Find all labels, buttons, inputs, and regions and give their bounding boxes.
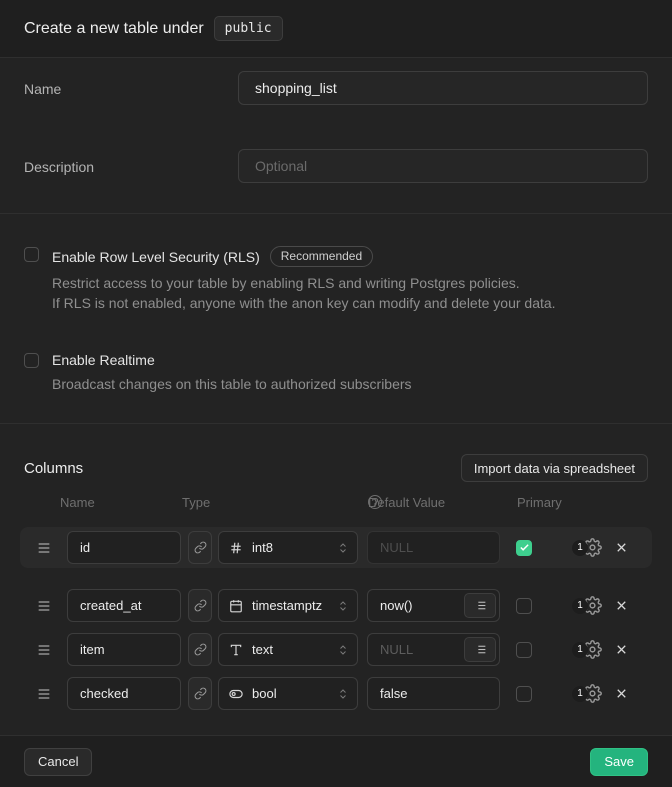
name-field-row: Name [24, 71, 648, 105]
primary-key-checkbox[interactable] [516, 642, 532, 658]
chevrons-up-down-icon [337, 644, 349, 656]
description-label: Description [24, 149, 238, 175]
settings-count-badge: 1 [572, 540, 588, 556]
primary-key-checkbox[interactable] [516, 540, 532, 556]
description-field-row: Description [24, 149, 648, 183]
column-settings: 1 [572, 684, 602, 703]
columns-rows: int8 1 [0, 513, 672, 710]
toggle-icon [229, 687, 243, 701]
column-name-input[interactable] [67, 677, 181, 710]
column-type-select[interactable]: text [218, 633, 358, 666]
table-name-input[interactable] [238, 71, 648, 105]
default-value-cell [367, 531, 500, 564]
rls-label: Enable Row Level Security (RLS) [52, 249, 260, 265]
suggestions-list-icon[interactable] [464, 637, 496, 662]
column-settings: 1 [572, 640, 602, 659]
realtime-description: Broadcast changes on this table to autho… [52, 374, 412, 394]
default-value-input[interactable] [367, 677, 500, 710]
realtime-label: Enable Realtime [52, 352, 155, 368]
column-row-id: int8 1 [20, 527, 652, 568]
chevrons-up-down-icon [337, 600, 349, 612]
column-name-input[interactable] [67, 531, 181, 564]
save-button[interactable]: Save [590, 748, 648, 776]
rls-checkbox[interactable] [24, 247, 39, 262]
cancel-button[interactable]: Cancel [24, 748, 92, 776]
default-value-input[interactable] [367, 531, 500, 564]
column-row-checked: bool 1 [24, 677, 648, 710]
foreign-key-link-icon[interactable] [188, 633, 212, 666]
create-table-dialog: Create a new table under public Name Des… [0, 0, 672, 787]
calendar-icon [229, 599, 243, 613]
remove-column-icon[interactable] [614, 686, 629, 701]
rls-texts: Enable Row Level Security (RLS) Recommen… [52, 246, 556, 314]
schema-badge: public [214, 16, 283, 41]
drag-handle-icon[interactable] [36, 598, 52, 614]
column-settings: 1 [572, 538, 602, 557]
default-value-cell [367, 633, 500, 666]
default-value-help-icon[interactable]: ? [368, 495, 382, 509]
drag-handle-icon[interactable] [36, 686, 52, 702]
header-primary: Primary [517, 495, 562, 510]
realtime-checkbox[interactable] [24, 353, 39, 368]
drag-handle-icon[interactable] [36, 642, 52, 658]
column-type-select[interactable]: bool [218, 677, 358, 710]
rls-description-line2: If RLS is not enabled, anyone with the a… [52, 293, 556, 313]
settings-count-badge: 1 [572, 598, 588, 614]
remove-column-icon[interactable] [614, 598, 629, 613]
dialog-title: Create a new table under [24, 20, 204, 38]
remove-column-icon[interactable] [614, 642, 629, 657]
column-type-select[interactable]: timestamptz [218, 589, 358, 622]
table-description-input[interactable] [238, 149, 648, 183]
suggestions-list-icon[interactable] [464, 593, 496, 618]
chevrons-up-down-icon [337, 688, 349, 700]
hash-icon [229, 541, 243, 555]
columns-table-header: Name Type Default Value ? Primary [0, 495, 672, 513]
text-type-icon [229, 643, 243, 657]
default-value-cell [367, 589, 500, 622]
remove-column-icon[interactable] [614, 540, 629, 555]
rls-description-line1: Restrict access to your table by enablin… [52, 273, 556, 293]
column-type-select[interactable]: int8 [218, 531, 358, 564]
recommended-badge: Recommended [270, 246, 373, 267]
rls-option: Enable Row Level Security (RLS) Recommen… [24, 246, 648, 314]
column-type-label: timestamptz [252, 598, 328, 613]
table-info-section: Name Description [0, 58, 672, 214]
dialog-header: Create a new table under public [0, 0, 672, 58]
column-name-input[interactable] [67, 633, 181, 666]
column-row-created-at: timestamptz 1 [24, 589, 648, 622]
settings-count-badge: 1 [572, 642, 588, 658]
import-spreadsheet-button[interactable]: Import data via spreadsheet [461, 454, 648, 482]
column-type-label: bool [252, 686, 328, 701]
name-label: Name [24, 71, 238, 97]
dialog-footer: Cancel Save [0, 735, 672, 787]
column-type-label: text [252, 642, 328, 657]
header-type: Type [182, 495, 210, 510]
primary-key-checkbox[interactable] [516, 598, 532, 614]
realtime-texts: Enable Realtime Broadcast changes on thi… [52, 352, 412, 394]
settings-count-badge: 1 [572, 686, 588, 702]
columns-title: Columns [24, 460, 83, 477]
column-row-item: text 1 [24, 633, 648, 666]
foreign-key-link-icon[interactable] [188, 589, 212, 622]
foreign-key-link-icon[interactable] [188, 531, 212, 564]
column-type-label: int8 [252, 540, 328, 555]
primary-key-checkbox[interactable] [516, 686, 532, 702]
header-name: Name [60, 495, 95, 510]
columns-section: Columns Import data via spreadsheet Name… [0, 424, 672, 735]
default-value-cell [367, 677, 500, 710]
column-name-input[interactable] [67, 589, 181, 622]
foreign-key-link-icon[interactable] [188, 677, 212, 710]
realtime-option: Enable Realtime Broadcast changes on thi… [24, 352, 648, 394]
drag-handle-icon[interactable] [36, 540, 52, 556]
chevrons-up-down-icon [337, 542, 349, 554]
table-options-section: Enable Row Level Security (RLS) Recommen… [0, 214, 672, 424]
column-settings: 1 [572, 596, 602, 615]
